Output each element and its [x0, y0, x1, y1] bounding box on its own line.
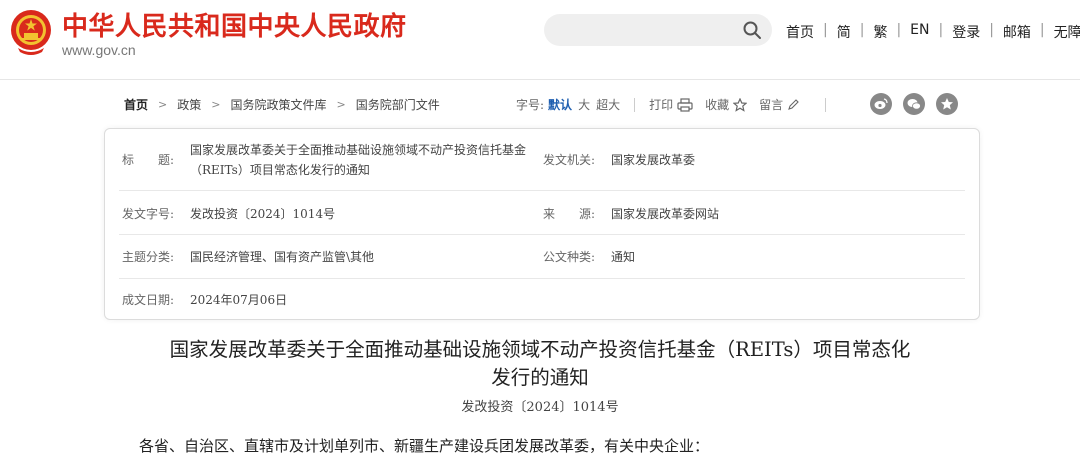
info-row: 发文字号: 发改投资〔2024〕1014号 来 源: 国家发展改革委网站 [119, 191, 965, 235]
qzone-icon[interactable] [936, 93, 958, 115]
source-label: 来 源: [543, 207, 596, 221]
chevron-right-icon: > [211, 98, 221, 111]
article-tools: 字号: 默认 大 超大 打印 收藏 留言 [516, 96, 840, 113]
article-title-line1: 国家发展改革委关于全面推动基础设施领域不动产投资信托基金（REITs）项目常态化 [169, 338, 911, 361]
nav-english[interactable]: EN [910, 22, 929, 42]
nav-mail[interactable]: 邮箱 [1003, 22, 1031, 42]
date-value: 2024年07月06日 [190, 293, 288, 307]
info-row: 主题分类: 国民经济管理、国有资产监管\其他 公文种类: 通知 [119, 235, 965, 279]
print-button[interactable]: 打印 [649, 96, 693, 113]
site-title[interactable]: 中华人民共和国中央人民政府 [62, 6, 407, 43]
font-size-label: 字号: [516, 98, 545, 112]
search-icon[interactable] [742, 20, 762, 40]
nav-login[interactable]: 登录 [952, 22, 980, 42]
issuer-value: 国家发展改革委 [611, 153, 696, 167]
breadcrumb-department-docs[interactable]: 国务院部门文件 [356, 96, 440, 113]
article-salutation: 各省、自治区、直辖市及计划单列市、新疆生产建设兵团发展改革委，有关中央企业： [139, 437, 710, 455]
top-nav: 首页 | 简 | 繁 | EN | 登录 | 邮箱 | 无障碍 [786, 22, 1080, 42]
article-title: 国家发展改革委关于全面推动基础设施领域不动产投资信托基金（REITs）项目常态化… [120, 336, 960, 392]
chevron-right-icon: > [158, 98, 168, 111]
issuer-label: 发文机关: [543, 153, 596, 167]
nav-divider: | [989, 22, 994, 38]
doc-type-value: 通知 [611, 250, 636, 264]
nav-divider: | [896, 22, 902, 38]
info-row: 标 题: 国家发展改革委关于全面推动基础设施领域不动产投资信托基金 （REITs… [119, 129, 965, 191]
nav-home[interactable]: 首页 [786, 22, 814, 42]
nav-simplified[interactable]: 简 [837, 22, 851, 42]
breadcrumb-home[interactable]: 首页 [124, 96, 148, 113]
font-size-large[interactable]: 大 [578, 96, 590, 113]
tools-divider [634, 97, 636, 112]
breadcrumb-policy[interactable]: 政策 [177, 96, 201, 113]
breadcrumb: 首页 > 政策 > 国务院政策文件库 > 国务院部门文件 [124, 96, 440, 113]
category-label: 主题分类: [122, 250, 175, 264]
title-value-line1: 国家发展改革委关于全面推动基础设施领域不动产投资信托基金 [190, 143, 527, 157]
date-label: 成文日期: [122, 293, 175, 307]
nav-traditional[interactable]: 繁 [873, 22, 887, 42]
nav-accessibility[interactable]: 无障碍 [1054, 22, 1080, 42]
tools-divider [825, 97, 827, 112]
nav-divider: | [823, 22, 828, 38]
comment-button[interactable]: 留言 [759, 96, 799, 113]
share-bar [870, 93, 969, 115]
comment-label: 留言 [759, 98, 784, 112]
chevron-right-icon: > [336, 98, 346, 111]
print-label: 打印 [649, 98, 674, 112]
breadcrumb-policy-library[interactable]: 国务院政策文件库 [230, 96, 326, 113]
doc-type-label: 公文种类: [543, 250, 596, 264]
document-info-box: 标 题: 国家发展改革委关于全面推动基础设施领域不动产投资信托基金 （REITs… [104, 128, 980, 320]
printer-icon [677, 97, 693, 112]
doc-no-value: 发改投资〔2024〕1014号 [190, 207, 336, 221]
nav-divider: | [859, 22, 865, 38]
favorite-label: 收藏 [705, 98, 730, 112]
article-title-line2: 发行的通知 [491, 366, 589, 389]
source-value: 国家发展改革委网站 [611, 207, 720, 221]
title-value-line2: （REITs）项目常态化发行的通知 [190, 163, 370, 177]
site-header: 中华人民共和国中央人民政府 www.gov.cn 首页 | 简 | 繁 | EN… [0, 0, 1080, 80]
nav-divider: | [938, 22, 944, 38]
favorite-button[interactable]: 收藏 [705, 96, 748, 113]
nav-divider: | [1039, 22, 1045, 38]
pencil-icon [788, 98, 799, 110]
national-emblem-icon[interactable] [8, 8, 54, 56]
star-icon [733, 97, 748, 112]
font-size-default[interactable]: 默认 [548, 96, 572, 113]
info-row: 成文日期: 2024年07月06日 [119, 279, 965, 319]
title-label: 标 题: [122, 153, 175, 167]
category-value: 国民经济管理、国有资产监管\其他 [190, 250, 375, 264]
wechat-icon[interactable] [903, 93, 925, 115]
font-size-xlarge[interactable]: 超大 [596, 96, 620, 113]
weibo-icon[interactable] [870, 93, 892, 115]
search-input[interactable] [544, 14, 772, 46]
doc-no-label: 发文字号: [122, 207, 175, 221]
article-doc-number: 发改投资〔2024〕1014号 [461, 400, 619, 415]
site-url: www.gov.cn [62, 42, 136, 58]
